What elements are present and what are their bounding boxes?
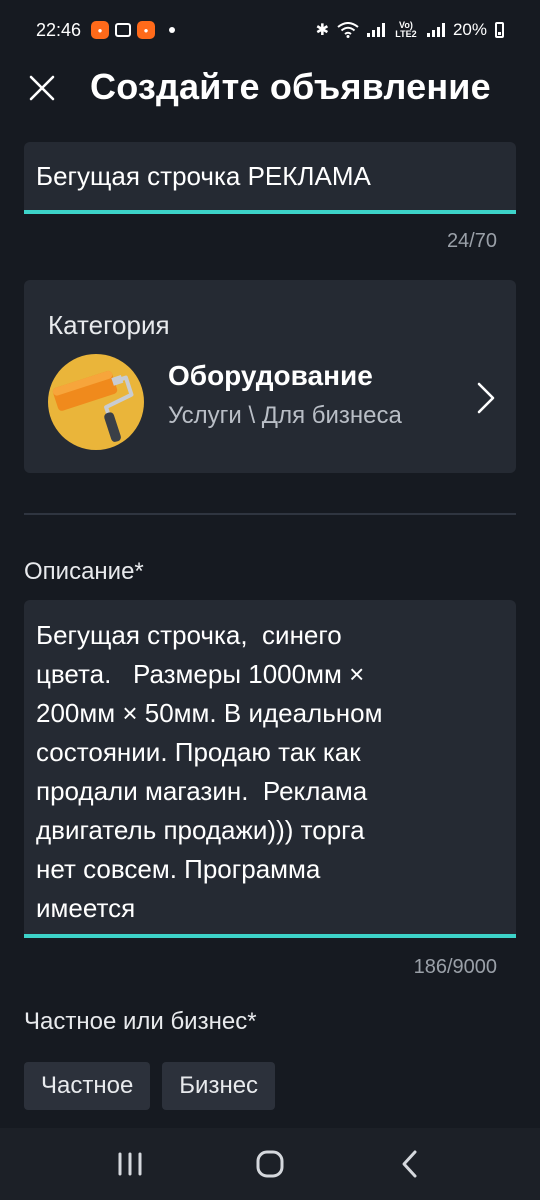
paint-roller-icon <box>48 354 144 450</box>
title-field[interactable] <box>24 142 516 214</box>
battery-icon <box>495 22 504 38</box>
wifi-icon <box>337 22 359 38</box>
private-option-button[interactable]: Частное <box>24 1062 151 1110</box>
category-selector[interactable]: Категория Оборудование Услуги \ Для бизн… <box>24 280 516 473</box>
signal-icon <box>366 23 385 37</box>
description-input[interactable]: Бегущая строчка, синего цвета. Размеры 1… <box>36 616 504 928</box>
more-notifications-icon <box>169 27 176 33</box>
chevron-right-icon <box>477 382 495 414</box>
battery-percent: 20% <box>452 20 487 39</box>
description-field[interactable]: Бегущая строчка, синего цвета. Размеры 1… <box>24 600 516 938</box>
category-name: Оборудование <box>168 360 373 391</box>
seller-type-options: Частное Бизнес <box>24 1062 276 1110</box>
signal-icon-2 <box>426 23 445 37</box>
status-time: 22:46 <box>36 19 82 40</box>
status-bar: 22:46 ● ● ✱ Vo) LTE2 20% <box>0 0 540 60</box>
category-path: Услуги \ Для бизнеса <box>168 402 402 429</box>
home-icon <box>256 1150 284 1178</box>
system-nav-bar <box>0 1128 540 1200</box>
header: Создайте объявление <box>0 60 540 116</box>
notification-app-icon: ● <box>91 21 110 39</box>
recents-button[interactable] <box>100 1134 160 1194</box>
title-input[interactable] <box>36 160 504 192</box>
notification-app-icon-2: ● <box>137 21 156 39</box>
back-button[interactable] <box>380 1134 440 1194</box>
seller-type-label: Частное или бизнес* <box>24 1008 257 1035</box>
back-icon <box>402 1150 417 1178</box>
close-icon[interactable] <box>28 74 56 102</box>
category-label: Категория <box>48 310 170 340</box>
description-label: Описание* <box>24 558 144 585</box>
page-title: Создайте объявление <box>90 66 491 107</box>
image-notification-icon <box>115 23 132 37</box>
lte-label: Vo) LTE2 <box>395 20 417 39</box>
bluetooth-icon: ✱ <box>315 22 329 39</box>
description-char-counter: 186/9000 <box>413 956 497 978</box>
section-divider <box>24 513 516 515</box>
business-option-button[interactable]: Бизнес <box>162 1062 276 1110</box>
home-button[interactable] <box>240 1134 300 1194</box>
title-char-counter: 24/70 <box>446 230 497 252</box>
recents-icon <box>118 1152 142 1176</box>
